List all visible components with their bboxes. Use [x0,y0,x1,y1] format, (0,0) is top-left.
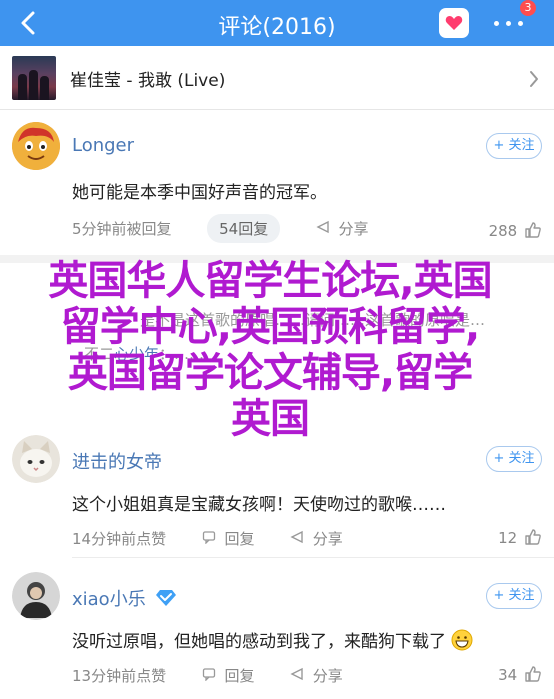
avatar[interactable] [12,435,60,483]
comment-share-icon[interactable] [290,667,304,685]
like-count-value: 34 [498,666,518,684]
like-count[interactable]: 12 [498,528,542,547]
comment-username[interactable]: 进击的女帝 [72,448,162,474]
avatar[interactable] [12,572,60,620]
comment-time: 14分钟前点赞 [72,530,167,548]
comment-text: 她可能是本季中国好声音的冠军。 [72,183,327,203]
comment-username[interactable]: Longer [72,135,134,156]
reply-button[interactable]: 回复 [224,665,254,686]
comment-item: Longer + 关注 她可能是本季中国好声音的冠军。 5分钟前被回复 54回复… [0,110,554,258]
thumbs-up-icon [525,666,541,682]
follow-button[interactable]: + 关注 [486,446,542,472]
comment-item: xiao小乐 + 关注 没听过原唱，但她唱的感动到我了，来酷狗下载了 13分钟前… [0,560,554,699]
thumbs-up-icon [525,222,541,238]
share-button[interactable]: 分享 [313,528,343,549]
comment-share-icon[interactable] [290,530,304,548]
heart-icon [445,16,463,30]
like-count-value: 12 [498,529,518,547]
follow-button[interactable]: + 关注 [486,133,542,159]
comment-separator [72,557,554,558]
watermark-overlay: 英国华人留学生论坛,英国 留学中心,英国预科留学, 英国留学论文辅导,留学 英国 [10,258,530,442]
verified-diamond-icon [156,590,177,606]
comment-item: 进击的女帝 + 关注 这个小姐姐真是宝藏女孩啊！天使吻过的歌喉…… 14分钟前点… [0,423,554,553]
album-cover [12,56,56,100]
watermark-line: 英国华人留学生论坛,英国 [48,258,492,304]
comment-time: 13分钟前点赞 [72,667,167,685]
notification-badge: 3 [520,0,536,16]
song-info-bar[interactable]: 崔佳莹 - 我敢 (Live) [0,46,554,110]
like-count-value: 288 [488,222,518,240]
share-button[interactable]: 分享 [313,665,343,686]
comment-share-icon[interactable] [316,220,330,238]
watermark-line: 留学中心,英国预科留学, [60,304,480,350]
top-bar: 评论(2016) 3 [0,0,554,46]
share-button[interactable]: 分享 [339,218,369,239]
comment-meta: 5分钟前被回复 54回复 分享 [72,214,369,243]
reply-button[interactable]: 回复 [224,528,254,549]
comment-text-body: 没听过原唱，但她唱的感动到我了，来酷狗下载了 [72,632,446,652]
comment-username-text: xiao小乐 [72,589,146,610]
more-dot-icon [494,21,499,26]
replies-button[interactable]: 54回复 [207,214,281,243]
watermark-line: 英国留学论文辅导,留学 [67,350,473,396]
grin-emoji-icon [451,629,473,651]
more-dot-icon [518,21,523,26]
back-button[interactable] [12,6,46,40]
reply-icon[interactable] [202,530,216,548]
comment-time: 5分钟前被回复 [72,220,172,238]
comment-username[interactable]: xiao小乐 [72,585,177,611]
comment-text: 没听过原唱，但她唱的感动到我了，来酷狗下载了 [72,627,473,652]
comment-text: 这个小姐姐真是宝藏女孩啊！天使吻过的歌喉…… [72,495,446,515]
like-count[interactable]: 288 [489,221,542,240]
avatar[interactable] [12,122,60,170]
song-title: 崔佳莹 - 我敢 (Live) [70,71,226,91]
more-dot-icon [506,21,511,26]
comment-meta: 13分钟前点赞 回复 分享 [72,665,343,686]
like-count[interactable]: 34 [498,665,542,684]
page-title: 评论(2016) [218,15,336,40]
chevron-right-icon [530,71,538,87]
reply-icon[interactable] [202,667,216,685]
thumbs-up-icon [525,529,541,545]
back-arrow-icon [21,11,35,35]
favorite-button[interactable] [439,8,469,38]
comments-page: 评论(2016) 3 崔佳莹 - 我敢 (Live) Longer + 关注 她… [0,0,554,699]
comment-meta: 14分钟前点赞 回复 分享 [72,528,343,549]
follow-button[interactable]: + 关注 [486,583,542,609]
